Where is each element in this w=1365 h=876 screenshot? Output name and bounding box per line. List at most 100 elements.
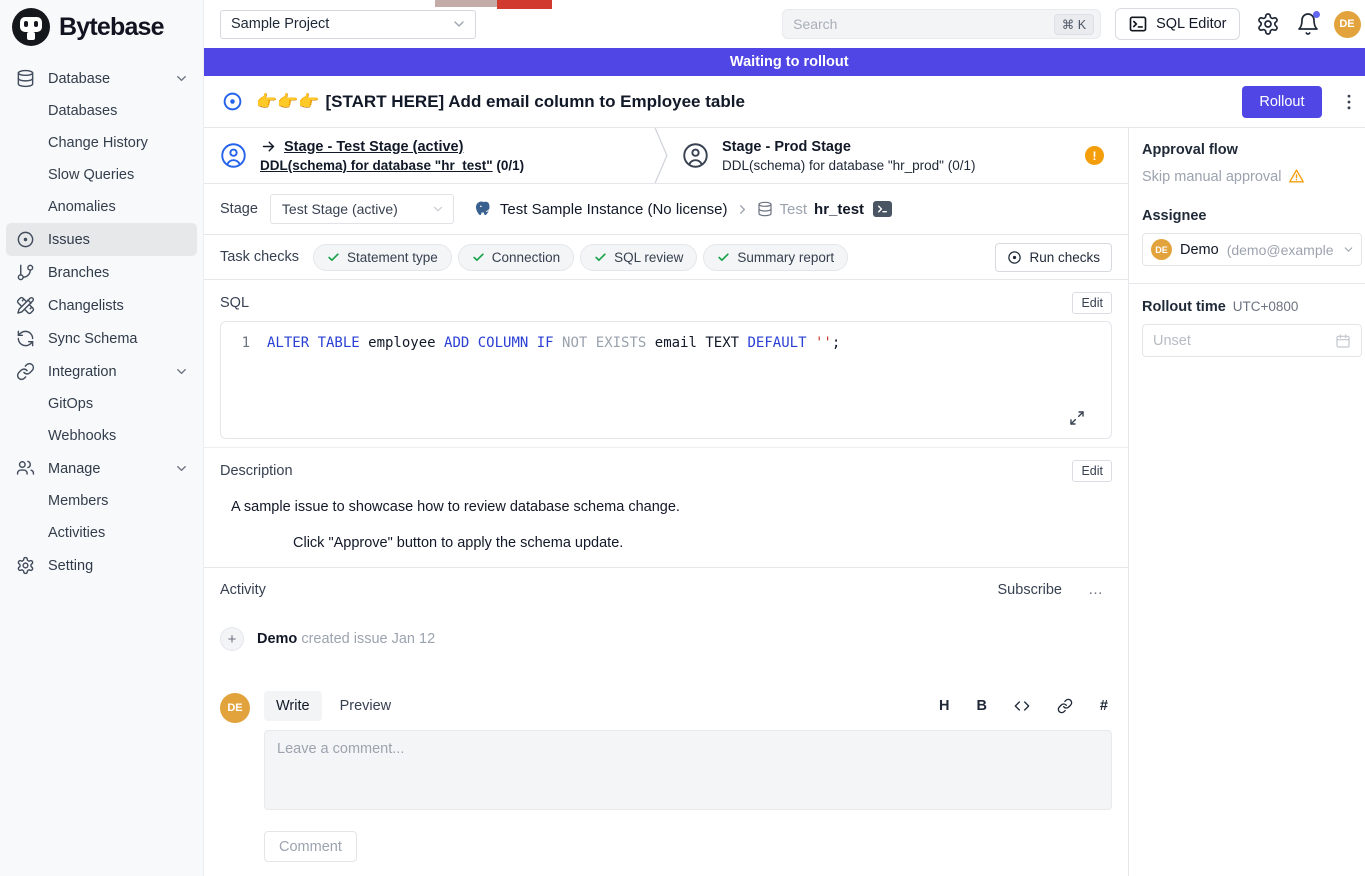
sidebar-item-webhooks[interactable]: Webhooks (6, 420, 197, 452)
tab-write[interactable]: Write (264, 691, 322, 721)
sidebar-item-setting[interactable]: Setting (6, 549, 197, 582)
activity-section: Activity Subscribe … + Demo created issu… (204, 567, 1128, 876)
run-icon (1007, 250, 1022, 265)
rollout-button[interactable]: Rollout (1242, 86, 1321, 118)
stage-select[interactable]: Test Stage (active) (270, 194, 454, 224)
sidebar-item-members[interactable]: Members (6, 485, 197, 517)
sidebar-item-label: Database (48, 71, 110, 87)
content-row: Stage - Test Stage (active) DDL(schema) … (204, 128, 1365, 876)
sidebar-item-change-history[interactable]: Change History (6, 127, 197, 159)
description-edit-button[interactable]: Edit (1072, 460, 1112, 482)
stage-title: Stage - Test Stage (active) (284, 139, 463, 155)
stage-task[interactable]: DDL(schema) for database "hr_test" (0/1) (260, 158, 524, 173)
comment-input[interactable] (264, 730, 1112, 810)
heading-button[interactable]: H (939, 698, 949, 714)
sidebar-item-manage[interactable]: Manage (6, 452, 197, 485)
gear-icon[interactable] (1256, 12, 1280, 36)
chevron-down-icon[interactable] (174, 364, 189, 379)
project-select[interactable]: Sample Project (220, 10, 476, 39)
comment-submit-button[interactable]: Comment (264, 831, 357, 862)
run-checks-label: Run checks (1029, 250, 1100, 265)
description-section: Description Edit A sample issue to showc… (204, 447, 1128, 567)
bold-button[interactable]: B (976, 698, 986, 714)
sidebar-item-integration[interactable]: Integration (6, 355, 197, 388)
sidebar-item-database[interactable]: Database (6, 62, 197, 95)
sidebar-item-branches[interactable]: Branches (6, 256, 197, 289)
run-checks-button[interactable]: Run checks (995, 243, 1112, 272)
check-label: Statement type (347, 250, 438, 265)
bell-icon[interactable] (1296, 12, 1320, 36)
status-banner: Waiting to rollout (204, 48, 1365, 76)
user-avatar[interactable]: DE (1334, 11, 1361, 38)
environment-name: Test (780, 201, 808, 218)
stage-task[interactable]: DDL(schema) for database "hr_prod" (0/1) (722, 158, 975, 173)
kebab-menu-icon[interactable] (1339, 92, 1359, 112)
search-input[interactable] (793, 16, 1054, 32)
code-icon[interactable] (1014, 698, 1030, 714)
tab-preview[interactable]: Preview (328, 691, 404, 721)
sidebar-item-slow-queries[interactable]: Slow Queries (6, 159, 197, 191)
sidebar-item-label: Anomalies (48, 199, 116, 215)
assignee-avatar: DE (1151, 239, 1172, 260)
warning-triangle-icon[interactable] (1288, 168, 1305, 185)
chevron-down-icon[interactable] (174, 461, 189, 476)
chevron-down-icon (1342, 243, 1355, 256)
stage-task-label: DDL(schema) for database "hr_prod" (722, 158, 944, 173)
sidebar-item-gitops[interactable]: GitOps (6, 388, 197, 420)
search-box[interactable]: ⌘ K (782, 9, 1101, 39)
assignee-select[interactable]: DE Demo (demo@example (1142, 233, 1362, 266)
sql-editor-button[interactable]: SQL Editor (1115, 8, 1239, 40)
bytebase-logo-icon (12, 8, 50, 46)
bytebase-logo[interactable]: Bytebase (0, 0, 203, 52)
sql-edit-button[interactable]: Edit (1072, 292, 1112, 314)
line-number: 1 (221, 335, 267, 351)
arrow-right-icon (260, 138, 277, 155)
database-icon (16, 69, 35, 88)
description-line: Click "Approve" button to apply the sche… (293, 535, 1112, 551)
stage-card-test[interactable]: Stage - Test Stage (active) DDL(schema) … (204, 128, 654, 183)
pointing-emoji: 👉👉👉 (256, 92, 320, 111)
more-menu-icon[interactable]: … (1088, 581, 1104, 598)
open-sql-editor-icon[interactable] (873, 201, 892, 217)
sidebar-item-sync-schema[interactable]: Sync Schema (6, 322, 197, 355)
sidebar-item-databases[interactable]: Databases (6, 95, 197, 127)
chevron-down-icon[interactable] (174, 71, 189, 86)
gear-icon (16, 556, 35, 575)
check-summary-report[interactable]: Summary report (703, 244, 848, 271)
sidebar-item-label: Webhooks (48, 428, 116, 444)
sidebar-nav: Database Databases Change History Slow Q… (0, 52, 203, 582)
sidebar-item-anomalies[interactable]: Anomalies (6, 191, 197, 223)
stage-selector-row: Stage Test Stage (active) Test Sample In… (204, 184, 1128, 235)
chevron-down-icon (431, 202, 445, 216)
link-icon (16, 362, 35, 381)
subscribe-button[interactable]: Subscribe (998, 582, 1062, 598)
database-name[interactable]: hr_test (814, 201, 864, 218)
instance-name[interactable]: Test Sample Instance (No license) (500, 201, 728, 218)
sidebar-item-label: Databases (48, 103, 117, 119)
sidebar-item-changelists[interactable]: Changelists (6, 289, 197, 322)
right-panel: Approval flow Skip manual approval Assig… (1128, 128, 1365, 876)
approval-flow-title: Approval flow (1142, 142, 1362, 158)
link-icon[interactable] (1057, 698, 1073, 714)
sidebar-item-issues[interactable]: Issues (6, 223, 197, 256)
sql-section-title: SQL (220, 295, 249, 311)
check-connection[interactable]: Connection (458, 244, 574, 271)
rollout-time-placeholder: Unset (1153, 333, 1191, 349)
stage-separator (654, 128, 668, 183)
check-sql-review[interactable]: SQL review (580, 244, 697, 271)
topbar: Sample Project ⌘ K SQL Editor DE (204, 0, 1365, 48)
stage-title: Stage - Prod Stage (722, 139, 851, 155)
stage-user-icon (220, 142, 247, 169)
sql-editor[interactable]: 1 ALTER TABLE employee ADD COLUMN IF NOT… (220, 321, 1112, 439)
sidebar-item-label: Slow Queries (48, 167, 134, 183)
rollout-time-input[interactable]: Unset (1142, 324, 1362, 357)
sidebar-item-label: Issues (48, 232, 90, 248)
chevron-down-icon (451, 16, 467, 32)
fullscreen-expand-icon[interactable] (1069, 410, 1085, 426)
terminal-icon (1128, 14, 1148, 34)
hash-button[interactable]: # (1100, 698, 1108, 714)
main-pane: Stage - Test Stage (active) DDL(schema) … (204, 128, 1128, 876)
check-statement-type[interactable]: Statement type (313, 244, 452, 271)
sidebar-item-activities[interactable]: Activities (6, 517, 197, 549)
stage-card-prod[interactable]: Stage - Prod Stage DDL(schema) for datab… (668, 128, 1085, 183)
